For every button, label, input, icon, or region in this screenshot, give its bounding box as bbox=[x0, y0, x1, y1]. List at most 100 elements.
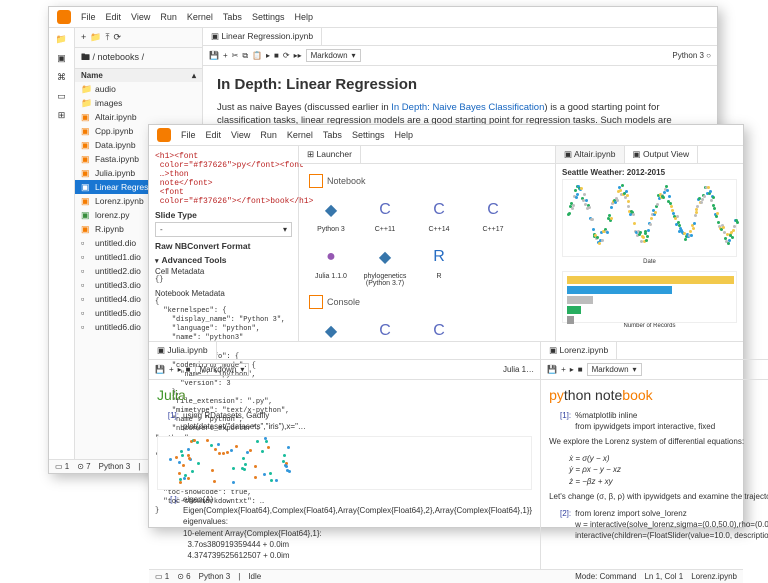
menu-view[interactable]: View bbox=[131, 12, 150, 22]
stop-icon[interactable]: ■ bbox=[578, 365, 583, 374]
launcher-tile[interactable]: ◆Python 3 bbox=[309, 317, 353, 341]
menu-kernel[interactable]: Kernel bbox=[187, 12, 213, 22]
col-name[interactable]: Name bbox=[81, 71, 103, 80]
menu-settings[interactable]: Settings bbox=[252, 12, 285, 22]
menu-run[interactable]: Run bbox=[160, 12, 177, 22]
launcher-tile[interactable]: CC++11 bbox=[363, 196, 407, 233]
commands-icon[interactable]: ⌘ bbox=[57, 72, 66, 83]
menu-file[interactable]: File bbox=[81, 12, 96, 22]
jupyter-logo-icon bbox=[157, 128, 171, 142]
menu-run[interactable]: Run bbox=[260, 130, 277, 140]
breadcrumb[interactable]: 🖿 / notebooks / bbox=[75, 48, 202, 69]
save-icon[interactable]: 💾 bbox=[547, 365, 557, 374]
status-kernels: ⊙ 7 bbox=[77, 462, 90, 471]
extension-icon[interactable]: ⊞ bbox=[58, 110, 66, 121]
new-folder-icon[interactable]: 📁 bbox=[90, 32, 101, 43]
save-icon[interactable]: 💾 bbox=[209, 51, 219, 60]
new-launcher-icon[interactable]: + bbox=[81, 32, 86, 43]
status-kernel-name: Python 3 bbox=[99, 462, 131, 471]
status-kernels: ⊙ 6 bbox=[177, 572, 190, 581]
folder-icon[interactable]: 📁 bbox=[56, 34, 67, 45]
launcher-tile[interactable]: CC++17 bbox=[471, 196, 515, 233]
launcher-tile[interactable]: ●Julia 1.1.0 bbox=[309, 243, 353, 287]
file-item[interactable]: audio bbox=[75, 82, 202, 96]
menu-tabs[interactable]: Tabs bbox=[323, 130, 342, 140]
tab-linear-regression[interactable]: ▣ Linear Regression.ipynb bbox=[203, 28, 322, 45]
file-name: untitled6.dio bbox=[95, 322, 141, 332]
file-name: Altair.ipynb bbox=[95, 112, 137, 122]
upload-icon[interactable]: ⤒ bbox=[105, 32, 109, 43]
file-name: lorenz.py bbox=[95, 210, 130, 220]
advanced-tools[interactable]: Advanced Tools bbox=[155, 255, 292, 265]
file-icon bbox=[81, 308, 91, 318]
lorenz-solve[interactable]: from lorenz import solve_lorenz w = inte… bbox=[575, 508, 768, 542]
nb-icon bbox=[81, 126, 91, 136]
menu-file[interactable]: File bbox=[181, 130, 196, 140]
kernel-indicator[interactable]: Julia 1… bbox=[503, 365, 534, 374]
launcher-tile[interactable]: ◆phylogenetics (Python 3.7) bbox=[363, 243, 407, 287]
celltype-select[interactable]: Markdown ▾ bbox=[306, 49, 361, 62]
menu-help[interactable]: Help bbox=[394, 130, 413, 140]
tile-label: phylogenetics (Python 3.7) bbox=[363, 273, 407, 287]
status-kernel-name: Python 3 bbox=[199, 572, 231, 581]
add-cell-icon[interactable]: + bbox=[561, 365, 566, 374]
tabs-icon[interactable]: ▭ bbox=[57, 91, 66, 102]
launcher-tile[interactable]: CC++14 bbox=[417, 196, 461, 233]
kernel-logo-icon: C bbox=[371, 317, 399, 341]
tab-altair[interactable]: ▣ Altair.ipynb bbox=[556, 146, 625, 163]
chevron-down-icon: ▾ bbox=[352, 51, 356, 60]
menu-kernel[interactable]: Kernel bbox=[287, 130, 313, 140]
launcher-tile[interactable]: ◆Python 3 bbox=[309, 196, 353, 233]
save-icon[interactable]: 💾 bbox=[155, 365, 165, 374]
julia-eigen[interactable]: eigen(A) Eigen{Complex{Float64},Complex{… bbox=[183, 494, 532, 561]
celltype-select[interactable]: Markdown ▾ bbox=[587, 363, 642, 376]
menu-edit[interactable]: Edit bbox=[106, 12, 122, 22]
julia-code[interactable]: using RDatasets, Gadfly plot(dataset("da… bbox=[183, 410, 532, 432]
run-all-icon[interactable]: ▸▸ bbox=[294, 51, 302, 60]
menu-help[interactable]: Help bbox=[294, 12, 313, 22]
menu-edit[interactable]: Edit bbox=[206, 130, 222, 140]
launcher-tile[interactable]: CC++11 bbox=[363, 317, 407, 341]
lorenz-imports[interactable]: %matplotlib inline from ipywidgets impor… bbox=[575, 410, 768, 432]
kernel-logo-icon: C bbox=[425, 317, 453, 341]
status-mode: Mode: Command bbox=[575, 572, 636, 581]
file-item[interactable]: Altair.ipynb bbox=[75, 110, 202, 124]
stop-icon[interactable]: ■ bbox=[274, 51, 279, 60]
celltype-select[interactable]: Markdown ▾ bbox=[195, 363, 250, 376]
file-name: Julia.ipynb bbox=[95, 168, 135, 178]
tab-julia[interactable]: ▣ Julia.ipynb bbox=[149, 342, 217, 359]
file-item[interactable]: images bbox=[75, 96, 202, 110]
refresh-icon[interactable]: ⟳ bbox=[113, 32, 121, 43]
tab-launcher[interactable]: ⊞ Launcher bbox=[299, 146, 361, 163]
nb-icon bbox=[81, 224, 91, 234]
running-icon[interactable]: ▣ bbox=[57, 53, 66, 64]
cell-metadata[interactable]: {} bbox=[155, 276, 292, 285]
menu-tabs[interactable]: Tabs bbox=[223, 12, 242, 22]
run-icon[interactable]: ▸ bbox=[570, 365, 574, 374]
add-cell-icon[interactable]: + bbox=[223, 51, 228, 60]
file-icon bbox=[81, 238, 91, 248]
paste-icon[interactable]: 📋 bbox=[252, 51, 262, 60]
file-name: untitled3.dio bbox=[95, 280, 141, 290]
link-naive-bayes[interactable]: In Depth: Naive Bayes Classification bbox=[391, 102, 544, 113]
restart-icon[interactable]: ⟳ bbox=[283, 51, 290, 60]
status-ln: Ln 1, Col 1 bbox=[644, 572, 683, 581]
run-icon[interactable]: ▸ bbox=[178, 365, 182, 374]
run-icon[interactable]: ▸ bbox=[266, 51, 270, 60]
menu-view[interactable]: View bbox=[231, 130, 250, 140]
launcher-tile[interactable]: CC++14 bbox=[417, 317, 461, 341]
tab-output-view[interactable]: ▣ Output View bbox=[625, 146, 699, 163]
axis-x: Date bbox=[562, 259, 737, 265]
chevron-up-icon[interactable]: ▴ bbox=[192, 71, 196, 80]
add-cell-icon[interactable]: + bbox=[169, 365, 174, 374]
launcher-tile[interactable]: RR bbox=[417, 243, 461, 287]
stop-icon[interactable]: ■ bbox=[186, 365, 191, 374]
copy-icon[interactable]: ⧉ bbox=[242, 51, 248, 61]
kernel-indicator[interactable]: Python 3 ○ bbox=[672, 51, 711, 60]
tab-lorenz[interactable]: ▣ Lorenz.ipynb bbox=[541, 342, 617, 359]
menu-settings[interactable]: Settings bbox=[352, 130, 385, 140]
file-name: untitled5.dio bbox=[95, 308, 141, 318]
slide-type-select[interactable]: -▾ bbox=[155, 222, 292, 237]
cut-icon[interactable]: ✂ bbox=[232, 51, 239, 60]
tile-label: R bbox=[436, 273, 441, 280]
